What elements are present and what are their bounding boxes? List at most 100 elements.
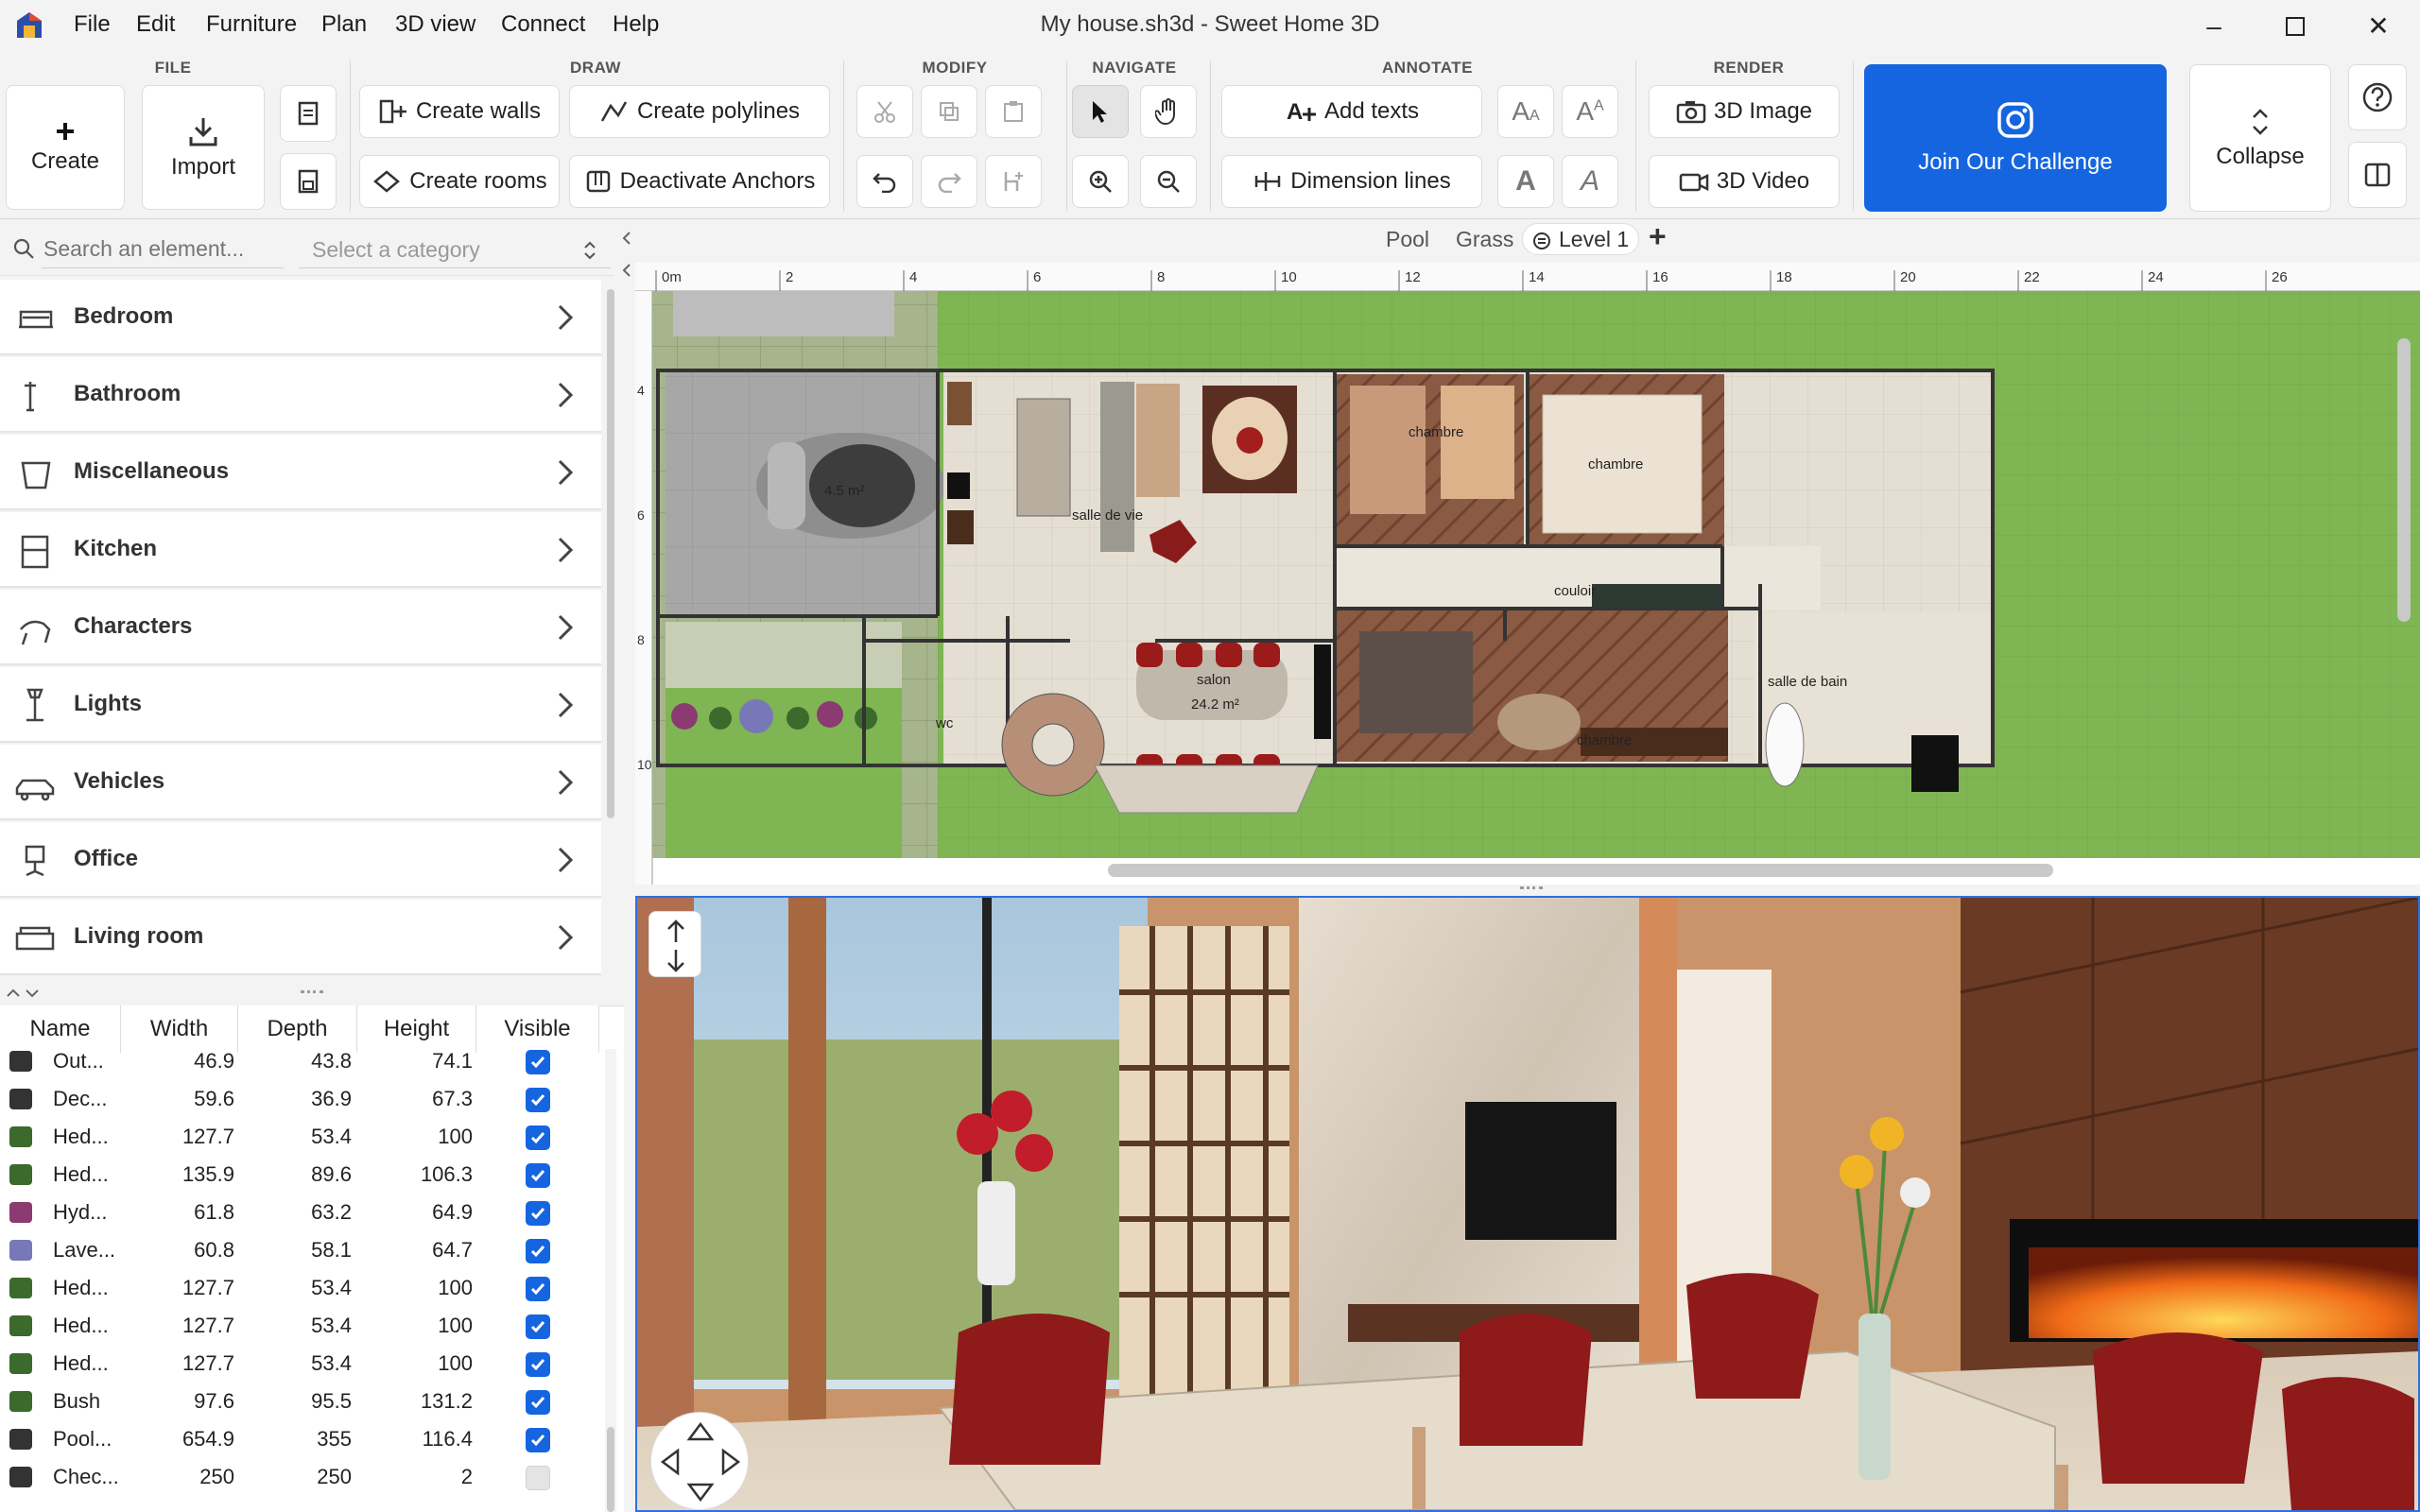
table-row[interactable]: Hed... 135.9 89.6 106.3 [0, 1157, 614, 1194]
table-row[interactable]: Lave... 60.8 58.1 64.7 [0, 1232, 614, 1270]
deactivate-anchors-button[interactable]: Deactivate Anchors [569, 155, 830, 208]
italic-text-button[interactable]: A [1562, 155, 1618, 208]
ruler-y-label: 8 [637, 632, 645, 647]
3d-view[interactable] [635, 896, 2420, 1512]
pointer-icon [1093, 101, 1107, 123]
checkmark-icon [530, 1397, 545, 1409]
close-icon[interactable]: ✕ [2350, 8, 2407, 45]
join-challenge-button[interactable]: Join Our Challenge [1864, 64, 2167, 212]
table-row[interactable]: Hyd... 61.8 63.2 64.9 [0, 1194, 614, 1232]
level-tab-level-1[interactable]: Level 1 [1522, 223, 1639, 255]
table-row[interactable]: Out... 46.9 43.8 74.1 [0, 1043, 614, 1081]
paste-button[interactable] [985, 85, 1042, 138]
copy-button[interactable] [921, 85, 977, 138]
category-characters[interactable]: Characters [0, 590, 601, 665]
visible-checkbox[interactable] [526, 1352, 550, 1377]
table-row[interactable]: Hed... 127.7 53.4 100 [0, 1119, 614, 1157]
visible-checkbox[interactable] [526, 1277, 550, 1301]
3d-navigation-pad[interactable] [650, 1412, 749, 1510]
cell-depth: 53.4 [311, 1276, 352, 1299]
visible-checkbox[interactable] [526, 1466, 550, 1490]
create-polylines-button[interactable]: Create polylines [569, 85, 830, 138]
add-furniture-button[interactable] [985, 155, 1042, 208]
category-living-room[interactable]: Living room [0, 900, 601, 975]
chevron-right-icon [558, 459, 574, 486]
category-select[interactable]: Select a category [299, 231, 611, 268]
visible-checkbox[interactable] [526, 1390, 550, 1415]
import-button[interactable]: Import [142, 85, 265, 210]
cell-width: 135.9 [182, 1162, 234, 1186]
dimension-lines-label: Dimension lines [1290, 168, 1451, 194]
visible-checkbox[interactable] [526, 1428, 550, 1452]
category-vehicles[interactable]: Vehicles [0, 745, 601, 820]
cell-name: Dec... [53, 1087, 108, 1110]
table-row[interactable]: Pool... 654.9 355 116.4 [0, 1421, 614, 1459]
category-bedroom[interactable]: Bedroom [0, 280, 601, 355]
visible-checkbox[interactable] [526, 1088, 550, 1112]
create-walls-button[interactable]: Create walls [359, 85, 560, 138]
cut-button[interactable] [856, 85, 913, 138]
category-lights[interactable]: Lights [0, 667, 601, 743]
3d-elevation-control[interactable] [648, 911, 701, 977]
view-splitter[interactable] [635, 885, 2420, 896]
plan-view[interactable]: 0m 2 4 6 8 10 12 14 16 18 20 22 24 26 4 6 8 10 4.5 m² [635, 263, 2420, 885]
table-row[interactable]: Bush 97.6 95.5 131.2 [0, 1383, 614, 1421]
visible-checkbox[interactable] [526, 1163, 550, 1188]
category-select-label: Select a category [312, 237, 480, 262]
maximize-icon[interactable] [2267, 8, 2324, 45]
level-tab-grass[interactable]: Grass [1456, 227, 1513, 252]
add-texts-button[interactable]: A Add texts [1221, 85, 1482, 138]
category-office[interactable]: Office [0, 822, 601, 898]
bold-text-button[interactable]: A [1497, 155, 1554, 208]
create-3d-video-button[interactable]: 3D Video [1649, 155, 1840, 208]
ruler-x-label: 20 [1900, 269, 1916, 285]
undo-icon [873, 173, 896, 193]
category-miscellaneous[interactable]: Miscellaneous [0, 435, 601, 510]
open-file-button[interactable] [280, 85, 337, 142]
visible-checkbox[interactable] [526, 1239, 550, 1263]
collapse-left-icon[interactable] [620, 227, 633, 284]
table-scrollbar[interactable] [605, 1049, 616, 1512]
ruler-x-label: 24 [2148, 269, 2164, 285]
table-row[interactable]: Dec... 59.6 36.9 67.3 [0, 1081, 614, 1119]
create-button[interactable]: Create [6, 85, 125, 210]
redo-icon [938, 173, 961, 193]
search-input[interactable] [42, 231, 284, 268]
category-kitchen[interactable]: Kitchen [0, 512, 601, 588]
visible-checkbox[interactable] [526, 1314, 550, 1339]
cell-width: 127.7 [182, 1351, 234, 1375]
vehicles-icon [15, 779, 55, 801]
table-row[interactable]: Hed... 127.7 53.4 100 [0, 1346, 614, 1383]
minimize-icon[interactable]: – [2186, 8, 2242, 45]
collapse-ribbon-button[interactable]: Collapse [2189, 64, 2331, 212]
select-mode-button[interactable] [1072, 85, 1129, 138]
dimension-lines-button[interactable]: Dimension lines [1221, 155, 1482, 208]
visible-checkbox[interactable] [526, 1125, 550, 1150]
help-button[interactable] [2348, 64, 2407, 130]
create-rooms-button[interactable]: Create rooms [359, 155, 560, 208]
table-row[interactable]: Chec... 250 250 2 [0, 1459, 614, 1497]
zoom-in-button[interactable] [1072, 155, 1129, 208]
add-level-button[interactable]: + [1649, 219, 1667, 254]
decrease-text-size-button[interactable]: AA [1497, 85, 1554, 138]
create-3d-image-button[interactable]: 3D Image [1649, 85, 1840, 138]
catalog-scrollbar[interactable] [605, 280, 616, 828]
toggle-panel-button[interactable] [2348, 142, 2407, 208]
category-bathroom[interactable]: Bathroom [0, 357, 601, 433]
panel-splitter[interactable] [0, 983, 624, 1004]
visible-checkbox[interactable] [526, 1201, 550, 1226]
zoom-out-button[interactable] [1140, 155, 1197, 208]
save-file-button[interactable] [280, 153, 337, 210]
undo-button[interactable] [856, 155, 913, 208]
cell-name: Hed... [53, 1351, 109, 1375]
cell-depth: 95.5 [311, 1389, 352, 1413]
table-row[interactable]: Hed... 127.7 53.4 100 [0, 1270, 614, 1308]
cell-name: Hed... [53, 1276, 109, 1299]
polyline-icon [600, 101, 628, 122]
visible-checkbox[interactable] [526, 1050, 550, 1074]
pan-mode-button[interactable] [1140, 85, 1197, 138]
table-row[interactable]: Hed... 127.7 53.4 100 [0, 1308, 614, 1346]
level-tab-pool[interactable]: Pool [1386, 227, 1429, 252]
redo-button[interactable] [921, 155, 977, 208]
increase-text-size-button[interactable]: AA [1562, 85, 1618, 138]
